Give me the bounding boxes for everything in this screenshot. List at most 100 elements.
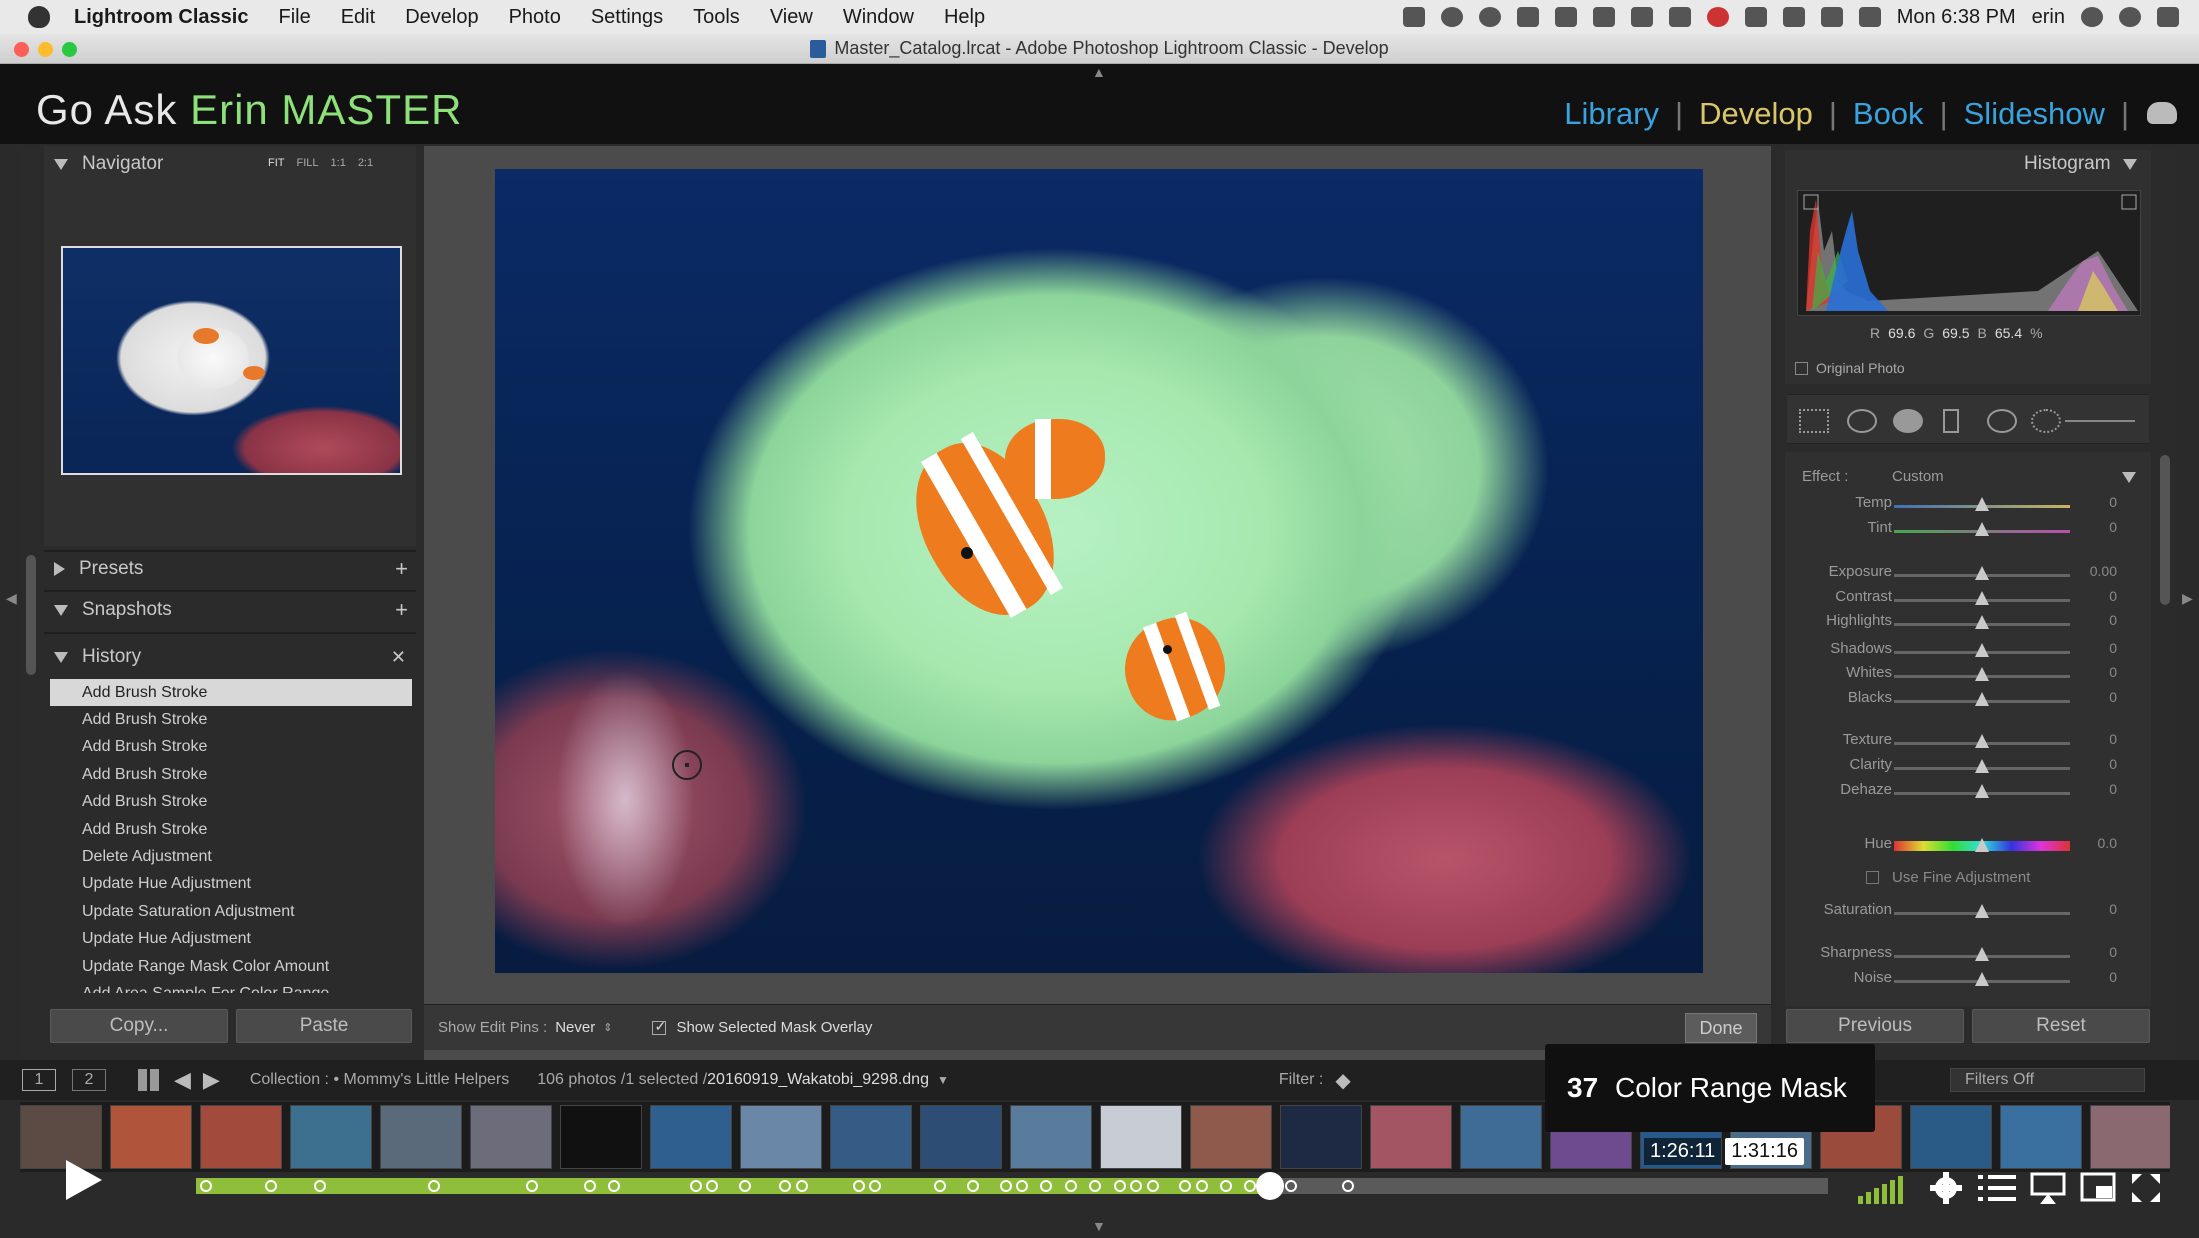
slider-value[interactable]: 0.0	[2098, 835, 2117, 851]
filmstrip-thumbnail[interactable]	[1460, 1105, 1542, 1169]
reset-button[interactable]: Reset	[1972, 1009, 2150, 1043]
slider-value[interactable]: 0	[2109, 640, 2117, 656]
quality-bars-icon[interactable]	[1858, 1172, 1908, 1204]
right-panel-scrollbar[interactable]	[2160, 455, 2170, 605]
slider-handle[interactable]	[1975, 643, 1989, 657]
slider-value[interactable]: 0	[2109, 664, 2117, 680]
slider-value[interactable]: 0	[2109, 689, 2117, 705]
navigator-header[interactable]: Navigator	[54, 148, 163, 180]
volume-icon[interactable]	[1858, 7, 1881, 27]
chapter-marker[interactable]	[1113, 1180, 1126, 1192]
filmstrip-thumbnail[interactable]	[380, 1105, 462, 1169]
menu-view[interactable]: View	[770, 6, 813, 29]
chapter-marker[interactable]	[967, 1180, 980, 1192]
effect-select[interactable]: Custom	[1892, 468, 1944, 485]
filmstrip-thumbnail[interactable]	[650, 1105, 732, 1169]
chapter-marker[interactable]	[200, 1180, 212, 1192]
notification-center-icon[interactable]	[2157, 7, 2179, 27]
wifi-icon[interactable]	[1820, 7, 1843, 27]
top-panel-toggle-icon[interactable]: ▲	[1092, 64, 1106, 80]
chapter-marker[interactable]	[999, 1180, 1012, 1192]
history-item[interactable]: Update Saturation Adjustment	[50, 898, 412, 925]
effect-collapse-triangle-icon[interactable]	[2122, 472, 2136, 483]
slider-value[interactable]: 0.00	[2090, 563, 2117, 579]
arrow-app-icon[interactable]	[1668, 7, 1691, 27]
copy-settings-button[interactable]: Copy...	[50, 1009, 228, 1043]
filmstrip-thumbnail[interactable]	[200, 1105, 282, 1169]
slider-value[interactable]: 0	[2109, 969, 2117, 985]
slider-handle[interactable]	[1975, 566, 1989, 580]
red-eye-tool-icon[interactable]	[1893, 409, 1923, 433]
history-item[interactable]: Delete Adjustment	[50, 843, 412, 870]
mask-overlay-label[interactable]: Show Selected Mask Overlay	[676, 1019, 872, 1036]
tool-size-track[interactable]	[2065, 420, 2135, 422]
zoom-fill[interactable]: FILL	[297, 157, 319, 169]
chapters-list-icon[interactable]	[1978, 1172, 2016, 1204]
slider-handle[interactable]	[1975, 759, 1989, 773]
module-slideshow[interactable]: Slideshow	[1948, 96, 2121, 132]
slider-handle[interactable]	[1975, 615, 1989, 629]
slider-handle[interactable]	[1975, 838, 1989, 852]
menu-help[interactable]: Help	[944, 6, 985, 29]
chapter-marker[interactable]	[1064, 1180, 1077, 1192]
slider-handle[interactable]	[1975, 904, 1989, 918]
slider-value[interactable]: 0	[2109, 519, 2117, 535]
secondary-window-toggle[interactable]: 2	[72, 1069, 106, 1091]
fullscreen-icon[interactable]	[2130, 1172, 2162, 1204]
slider-value[interactable]: 0	[2109, 731, 2117, 747]
slider-handle[interactable]	[1975, 497, 1989, 511]
snapshots-header[interactable]: Snapshots +	[54, 594, 414, 626]
add-preset-icon[interactable]: +	[395, 556, 408, 582]
menu-settings[interactable]: Settings	[591, 6, 663, 29]
history-item[interactable]: Add Brush Stroke	[50, 816, 412, 843]
histogram-chart[interactable]	[1797, 190, 2141, 316]
histogram-header[interactable]: Histogram	[2024, 148, 2137, 180]
onepassword-icon[interactable]	[1630, 7, 1653, 27]
filmstrip-thumbnail[interactable]	[830, 1105, 912, 1169]
menu-app[interactable]: Lightroom Classic	[74, 6, 248, 29]
zoom-1-1[interactable]: 1:1	[331, 157, 346, 169]
slider-value[interactable]: 0	[2109, 944, 2117, 960]
video-progress-bar[interactable]	[196, 1172, 1828, 1200]
slider-value[interactable]: 0	[2109, 494, 2117, 510]
history-item[interactable]: Update Hue Adjustment	[50, 871, 412, 898]
crop-tool-icon[interactable]	[1799, 409, 1829, 433]
adjustment-brush-pin-icon[interactable]	[672, 750, 702, 780]
slider-value[interactable]: 0	[2109, 612, 2117, 628]
main-photo[interactable]	[495, 169, 1703, 973]
adjustment-brush-tool-icon[interactable]	[2031, 409, 2061, 433]
history-item[interactable]: Add Area Sample For Color Range	[50, 980, 412, 993]
slider-value[interactable]: 0	[2109, 781, 2117, 797]
menu-window[interactable]: Window	[843, 6, 914, 29]
radial-filter-tool-icon[interactable]	[1987, 409, 2017, 433]
picture-in-picture-icon[interactable]	[2080, 1172, 2116, 1204]
left-panel-scrollbar[interactable]	[26, 555, 36, 675]
menu-edit[interactable]: Edit	[341, 6, 375, 29]
filmstrip-thumbnail[interactable]	[290, 1105, 372, 1169]
slider-handle[interactable]	[1975, 947, 1989, 961]
slider-handle[interactable]	[1975, 591, 1989, 605]
collection-label[interactable]: Collection : • Mommy's Little Helpers	[250, 1071, 509, 1089]
module-book[interactable]: Book	[1837, 96, 1940, 132]
menu-file[interactable]: File	[278, 6, 310, 29]
settings-gear-icon[interactable]	[1928, 1170, 1964, 1206]
chapter-marker[interactable]	[608, 1180, 620, 1192]
chapter-marker[interactable]	[689, 1180, 702, 1192]
mask-overlay-checkbox[interactable]	[652, 1018, 667, 1035]
gmail-icon[interactable]	[1516, 7, 1539, 27]
slider-handle[interactable]	[1975, 667, 1989, 681]
play-icon[interactable]	[66, 1160, 102, 1200]
timemachine-icon[interactable]	[1782, 7, 1805, 27]
slider-value[interactable]: 0	[2109, 756, 2117, 772]
record-icon[interactable]	[1706, 7, 1729, 27]
screen-icon[interactable]	[1402, 7, 1425, 27]
filmstrip-thumbnail[interactable]	[1100, 1105, 1182, 1169]
flag-filter-icon[interactable]: ◆	[1335, 1068, 1350, 1093]
module-develop[interactable]: Develop	[1683, 96, 1829, 132]
edit-pins-select[interactable]: Never	[555, 1019, 595, 1036]
airplay-icon[interactable]	[1744, 7, 1767, 27]
zoom-fit[interactable]: FIT	[268, 157, 285, 169]
filename-dropdown-icon[interactable]: ▼	[937, 1073, 949, 1087]
filmstrip-thumbnail[interactable]	[1280, 1105, 1362, 1169]
spotlight-search-icon[interactable]	[2081, 7, 2103, 27]
